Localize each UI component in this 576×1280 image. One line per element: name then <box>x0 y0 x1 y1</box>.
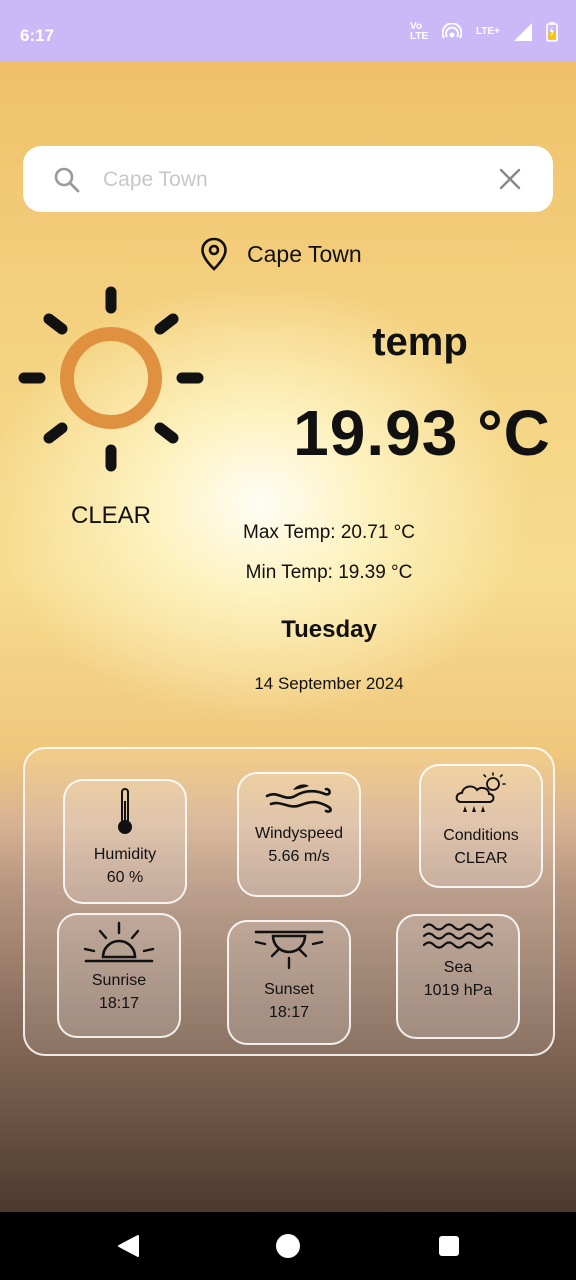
min-temp: Min Temp: 19.39 °C <box>245 562 413 583</box>
sunrise-card: Sunrise 18:17 <box>57 913 181 1038</box>
temp-value: 19.93 °C <box>293 397 551 469</box>
humidity-card: Humidity 60 % <box>63 779 187 904</box>
hotspot-icon <box>442 23 463 39</box>
volte-indicator: Vo LTE <box>410 21 429 42</box>
condition-text: CLEAR <box>70 502 152 529</box>
conditions-label: Conditions <box>443 827 519 844</box>
sunset-icon <box>254 930 324 970</box>
sunrise-value: 18:17 <box>98 995 140 1012</box>
recents-icon[interactable] <box>438 1235 460 1257</box>
sunset-label: Sunset <box>264 981 314 998</box>
humidity-label: Humidity <box>93 846 157 863</box>
conditions-value: CLEAR <box>454 850 508 867</box>
navigation-bar <box>0 1212 576 1280</box>
sun-icon <box>18 286 204 472</box>
thermometer-icon <box>118 788 132 834</box>
search-icon[interactable] <box>53 166 81 194</box>
home-icon[interactable] <box>275 1233 301 1259</box>
day-name: Tuesday <box>281 616 377 643</box>
sea-label: Sea <box>443 959 473 976</box>
status-bar: 6:17 Vo LTE LTE+ <box>0 0 576 62</box>
sunrise-icon <box>83 921 155 963</box>
sea-card: Sea 1019 hPa <box>396 914 520 1039</box>
cloud-sun-rain-icon <box>455 772 506 812</box>
wind-value: 5.66 m/s <box>268 848 330 865</box>
back-icon[interactable] <box>116 1234 140 1258</box>
network-type: LTE+ <box>476 26 500 37</box>
battery-icon <box>546 22 558 42</box>
sunset-card: Sunset 18:17 <box>227 920 351 1045</box>
waves-icon <box>422 923 494 949</box>
sunset-value: 18:17 <box>268 1004 310 1021</box>
status-time: 6:17 <box>20 26 55 45</box>
location-name: Cape Town <box>247 240 362 267</box>
date: 14 September 2024 <box>254 674 404 693</box>
conditions-card: Conditions CLEAR <box>419 764 543 888</box>
search-input[interactable] <box>101 164 475 196</box>
sea-pressure-value: 1019 hPa <box>423 982 493 999</box>
location: Cape Town <box>200 234 362 274</box>
search-bar[interactable] <box>23 146 553 212</box>
signal-icon <box>514 23 532 41</box>
temp-label: temp <box>372 320 468 364</box>
location-pin-icon <box>201 237 227 271</box>
wind-icon <box>265 784 332 813</box>
sunrise-label: Sunrise <box>91 972 147 989</box>
close-icon[interactable] <box>497 166 523 192</box>
humidity-value: 60 % <box>106 869 144 886</box>
status-icons: Vo LTE LTE+ <box>410 22 558 42</box>
wind-label: Windyspeed <box>254 825 344 842</box>
wind-card: Windyspeed 5.66 m/s <box>237 772 361 897</box>
max-temp: Max Temp: 20.71 °C <box>243 522 415 543</box>
